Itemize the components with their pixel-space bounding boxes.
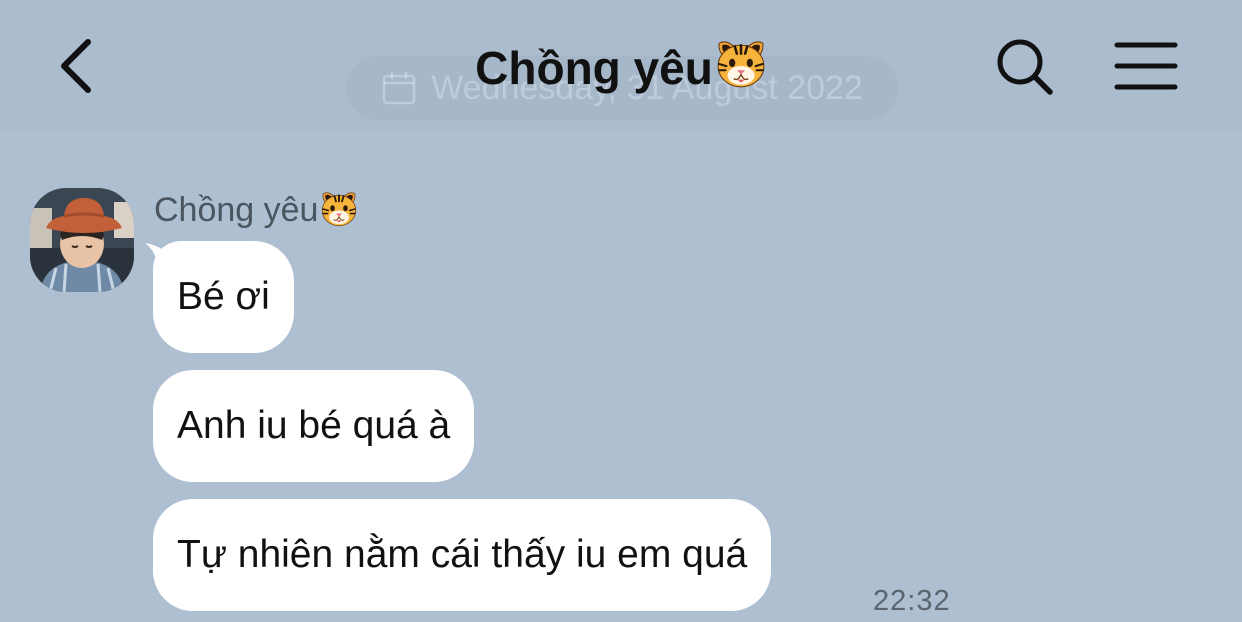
chevron-left-icon: [52, 39, 108, 100]
date-label: Wednesday, 31 August 2022: [431, 68, 863, 107]
search-icon: [994, 39, 1056, 102]
sender-name-text: Chồng yêu: [154, 191, 319, 229]
chat-header: Wednesday, 31 August 2022 Chồng yêu: [0, 0, 1242, 132]
message-text: Bé ơi: [177, 275, 270, 318]
chat-screen: Wednesday, 31 August 2022 Chồng yêu Chồn…: [0, 0, 1242, 622]
sender-name: Chồng yêu: [154, 190, 358, 237]
message-bubble[interactable]: Bé ơi: [153, 241, 294, 353]
tiger-face-icon: [320, 190, 358, 237]
message-text: Tự nhiên nằm cái thấy iu em quá: [177, 533, 748, 576]
calendar-icon: [381, 70, 417, 106]
avatar[interactable]: [30, 188, 134, 292]
message-timestamp: 22:32: [873, 585, 951, 617]
hamburger-menu-icon: [1114, 42, 1178, 96]
menu-button[interactable]: [1114, 40, 1178, 92]
back-button[interactable]: [52, 36, 108, 96]
search-button[interactable]: [994, 36, 1056, 98]
message-text: Anh iu bé quá à: [177, 404, 451, 447]
tiger-face-icon: [715, 38, 767, 102]
message-bubble[interactable]: Anh iu bé quá à: [153, 370, 475, 482]
date-divider: Wednesday, 31 August 2022: [346, 56, 898, 120]
message-bubble[interactable]: Tự nhiên nằm cái thấy iu em quá: [153, 499, 772, 611]
